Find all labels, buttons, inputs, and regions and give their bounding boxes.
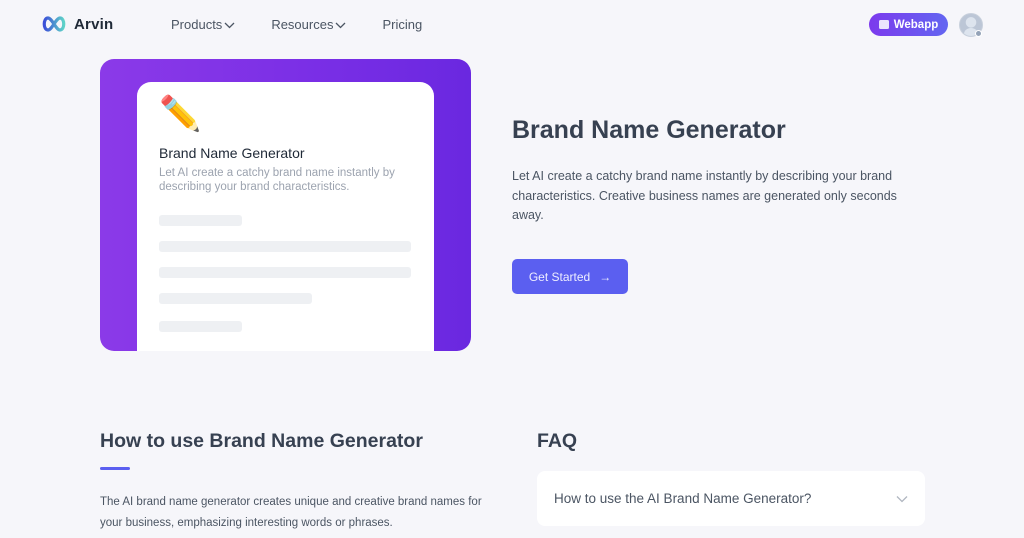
chevron-down-icon: [896, 495, 908, 502]
skeleton-line: [159, 215, 242, 226]
preview-description: Let AI create a catchy brand name instan…: [159, 167, 395, 193]
main-nav: Products Resources Pricing: [171, 17, 422, 32]
title-underline: [100, 467, 130, 470]
faq-question: How to use the AI Brand Name Generator?: [554, 491, 812, 506]
faq-item[interactable]: How to use the AI Brand Name Generator?: [537, 471, 925, 526]
brand-logo[interactable]: Arvin: [41, 14, 113, 34]
webapp-label: Webapp: [893, 18, 939, 31]
how-to-title: How to use Brand Name Generator: [100, 430, 423, 452]
nav-resources-label: Resources: [271, 17, 334, 32]
skeleton-line: [159, 267, 411, 278]
chevron-down-icon: [335, 22, 346, 28]
skeleton-line: [159, 321, 242, 332]
page-title: Brand Name Generator: [512, 116, 786, 144]
preview-title: Brand Name Generator: [159, 145, 305, 161]
preview-inner-card: ✏️ Brand Name Generator Let AI create a …: [137, 82, 434, 351]
nav-resources[interactable]: Resources: [271, 17, 346, 32]
nav-pricing[interactable]: Pricing: [382, 17, 422, 32]
webapp-button[interactable]: Webapp: [869, 13, 948, 36]
nav-products-label: Products: [171, 17, 223, 32]
webapp-icon: [878, 20, 889, 29]
skeleton-line: [159, 293, 312, 304]
pencil-icon: ✏️: [159, 95, 202, 133]
get-started-button[interactable]: Get Started →: [512, 259, 628, 294]
skeleton-line: [159, 241, 411, 252]
hero-description: Let AI create a catchy brand name instan…: [512, 169, 897, 222]
how-to-description: The AI brand name generator creates uniq…: [100, 496, 482, 529]
infinity-logo-icon: [42, 16, 66, 32]
brand-name: Arvin: [74, 15, 114, 33]
hero-preview-card: ✏️ Brand Name Generator Let AI create a …: [100, 59, 471, 351]
arrow-right-icon: →: [599, 269, 612, 284]
get-started-label: Get Started: [528, 269, 591, 284]
avatar-settings-badge-icon: [975, 30, 982, 37]
faq-title: FAQ: [537, 430, 578, 452]
chevron-down-icon: [224, 22, 235, 28]
nav-pricing-label: Pricing: [382, 17, 423, 32]
nav-products[interactable]: Products: [171, 17, 235, 32]
top-navbar: Arvin Products Resources Pricing Webapp: [0, 0, 1024, 50]
